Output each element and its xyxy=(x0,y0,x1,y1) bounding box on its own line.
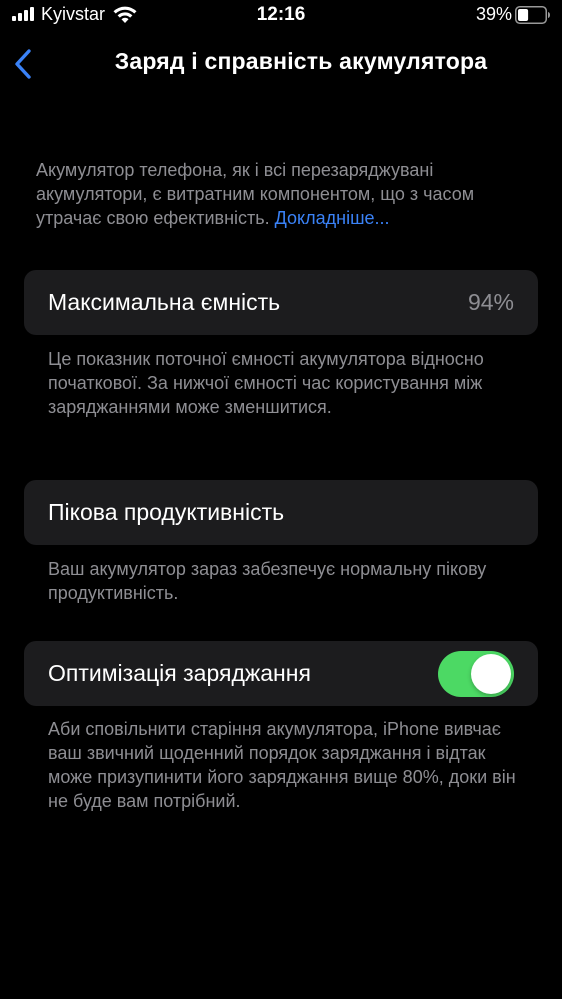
page-title: Заряд і справність акумулятора xyxy=(114,48,488,74)
peak-performance-row: Пікова продуктивність xyxy=(24,480,538,545)
intro-description: Акумулятор телефона, як і всі перезарядж… xyxy=(36,158,536,230)
max-capacity-value: 94% xyxy=(467,289,514,315)
charging-optimization-toggle[interactable] xyxy=(438,651,514,697)
max-capacity-label: Максимальна ємність xyxy=(48,289,281,315)
intro-text: Акумулятор телефона, як і всі перезарядж… xyxy=(36,160,475,228)
peak-performance-note: Ваш акумулятор зараз забезпечує нормальн… xyxy=(48,559,487,603)
battery-icon xyxy=(515,6,550,24)
learn-more-link[interactable]: Докладніше... xyxy=(275,208,390,228)
max-capacity-row: Максимальна ємність 94% xyxy=(24,270,538,335)
charging-optimization-note: Аби сповільнити старіння акумулятора, iP… xyxy=(48,719,516,811)
chevron-left-icon[interactable] xyxy=(10,46,36,82)
status-bar: Kyivstar 12:16 39% xyxy=(0,0,562,32)
navigation-bar: Заряд і справність акумулятора xyxy=(0,40,562,86)
charging-optimization-row: Оптимізація заряджання xyxy=(24,641,538,706)
peak-performance-label: Пікова продуктивність xyxy=(48,499,285,525)
max-capacity-note: Це показник поточної ємності акумулятора… xyxy=(48,349,484,417)
charging-optimization-label: Оптимізація заряджання xyxy=(48,660,311,686)
battery-percent: 39% xyxy=(475,4,512,24)
toggle-knob xyxy=(471,654,511,694)
